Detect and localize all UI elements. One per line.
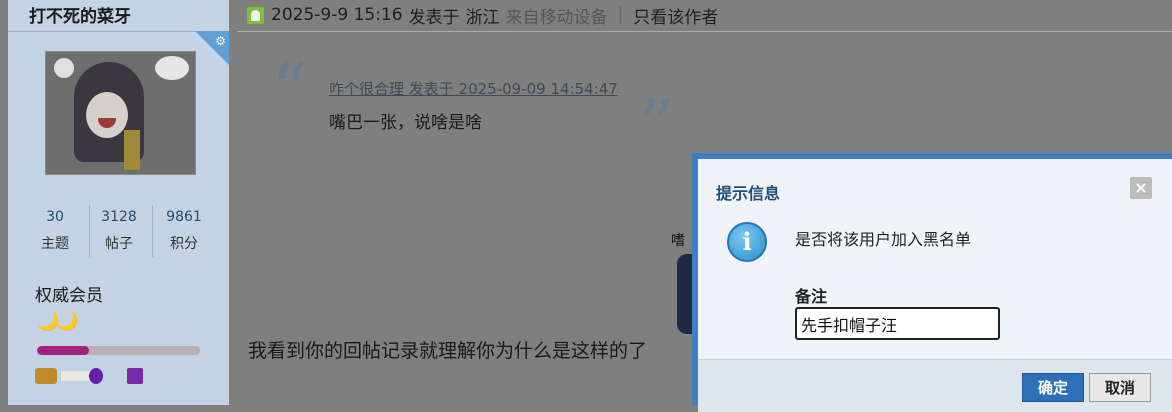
dialog-title: 提示信息 [716, 184, 781, 203]
quote-open-icon: “ [271, 48, 308, 132]
quote-text: 嘴巴一张，说啥是啥 [329, 113, 482, 133]
medal-icon[interactable] [127, 368, 143, 384]
quote-meta-link[interactable]: 咋个很合理 发表于 2025-09-09 14:54:47 [329, 78, 618, 99]
level-progress-bar [37, 346, 200, 355]
blacklist-dialog: 提示信息 × i 是否将该用户加入黑名单 备注 确定 取消 [692, 153, 1172, 412]
android-icon: ⚙ [215, 34, 226, 48]
book-medal-icon[interactable] [35, 368, 57, 384]
avatar-accessory [124, 130, 140, 170]
avatar-bubble [155, 56, 189, 80]
divider [152, 205, 153, 257]
quote-close-icon: ” [638, 84, 675, 168]
note-input[interactable] [795, 307, 1000, 340]
stat-label: 帖子 [105, 236, 133, 252]
medal-icon[interactable] [61, 371, 91, 381]
online-user-icon [247, 6, 264, 24]
dialog-message: 是否将该用户加入黑名单 [795, 230, 972, 249]
reply-text: 我看到你的回帖记录就理解你为什么是这样的了 [248, 340, 648, 362]
stat-threads[interactable]: 30 主题 [25, 203, 85, 257]
stat-value: 30 [46, 209, 64, 225]
forum-page: 打不死的菜牙 ⚙ 30 主题 3128 帖子 9861 积分 权威会员 🌙🌙 2… [0, 0, 1172, 412]
avatar[interactable] [45, 51, 196, 175]
stat-label: 积分 [170, 236, 198, 252]
close-icon[interactable]: × [1130, 177, 1152, 199]
cancel-button[interactable]: 取消 [1089, 373, 1151, 402]
avatar-bubble [54, 58, 74, 78]
stat-value: 9861 [166, 209, 202, 225]
posted-at-label: 发表于 [408, 7, 460, 28]
separator: | [617, 5, 624, 25]
dialog-footer: 确定 取消 [698, 359, 1172, 412]
level-progress-fill [37, 346, 90, 355]
post-datetime: 2025-9-9 15:16 [271, 5, 403, 25]
medals [35, 366, 155, 388]
user-rank[interactable]: 权威会员 [35, 281, 103, 306]
post-location: 浙江 [465, 7, 500, 28]
username-link[interactable]: 打不死的菜牙 [29, 2, 131, 27]
user-stats: 30 主题 3128 帖子 9861 积分 [25, 203, 225, 257]
stat-label: 主题 [41, 236, 69, 252]
device-label: 来自移动设备 [505, 7, 608, 28]
info-icon: i [727, 222, 767, 262]
stat-value: 3128 [101, 209, 137, 225]
avatar-face [86, 92, 128, 138]
sticker-text: 嗜 [671, 233, 685, 249]
note-label: 备注 [795, 287, 828, 306]
post-header: 2025-9-9 15:16 发表于 浙江 来自移动设备 | 只看该作者 [247, 3, 718, 28]
medal-icon[interactable] [89, 368, 103, 384]
moon-icon: 🌙🌙 [37, 311, 79, 332]
user-sidebar: 打不死的菜牙 ⚙ 30 主题 3128 帖子 9861 积分 权威会员 🌙🌙 [8, 0, 229, 405]
stat-points[interactable]: 9861 积分 [154, 203, 214, 257]
divider [237, 31, 1172, 32]
confirm-button[interactable]: 确定 [1022, 373, 1084, 402]
stat-posts[interactable]: 3128 帖子 [89, 203, 149, 257]
only-author-link[interactable]: 只看该作者 [633, 3, 718, 28]
